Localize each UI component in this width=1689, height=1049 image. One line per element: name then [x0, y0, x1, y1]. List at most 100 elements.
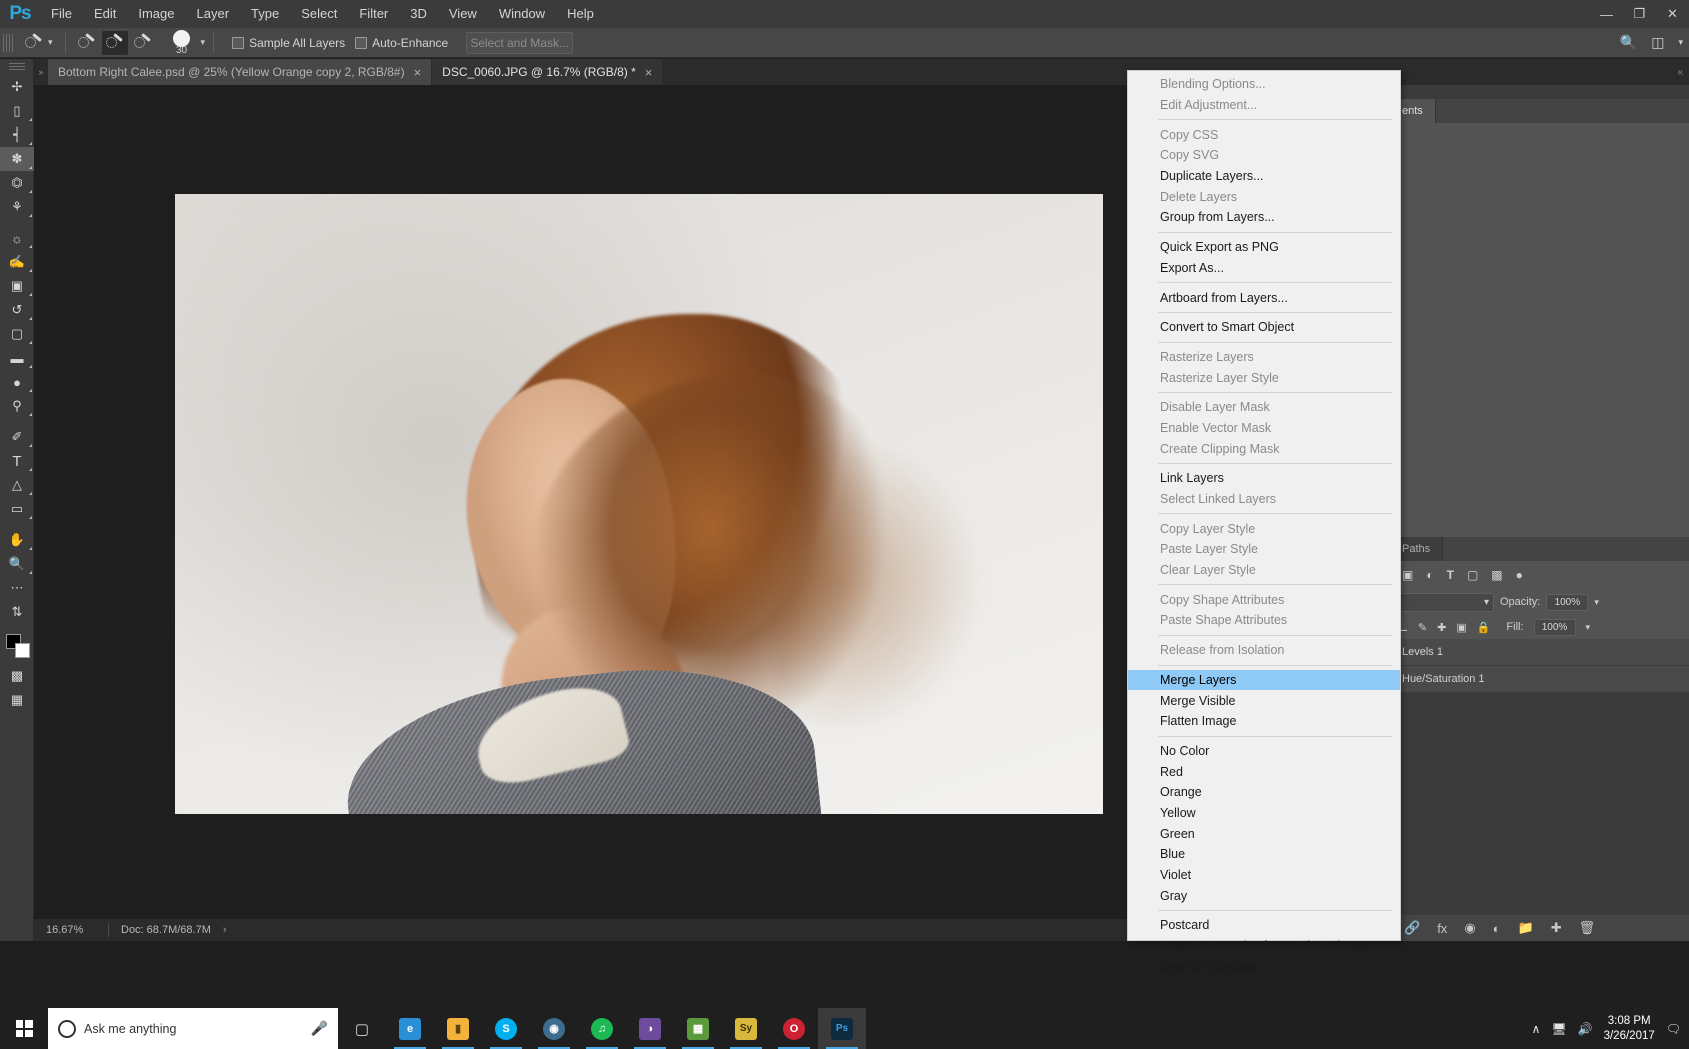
menu-item-convert-to-smart-object[interactable]: Convert to Smart Object: [1128, 317, 1400, 338]
screen-mode-button[interactable]: ▦: [0, 688, 34, 712]
file-explorer-icon[interactable]: ▮: [434, 1008, 482, 1049]
document-tab-1[interactable]: Bottom Right Calee.psd @ 25% (Yellow Ora…: [48, 59, 433, 85]
quick-selection-tool[interactable]: ✽: [0, 147, 34, 171]
brush-tool[interactable]: ✍: [0, 250, 34, 274]
sample-all-layers-option[interactable]: Sample All Layers: [232, 36, 345, 50]
notifications-icon[interactable]: 🗨: [1666, 1022, 1681, 1036]
menu-type[interactable]: Type: [240, 0, 290, 28]
zoom-tool[interactable]: 🔍: [0, 552, 34, 576]
brush-size-picker[interactable]: 30 ▾: [166, 29, 205, 56]
menu-layer[interactable]: Layer: [186, 0, 241, 28]
photoshop-taskbar-icon[interactable]: Ps: [818, 1008, 866, 1049]
dodge-tool[interactable]: ⚲: [0, 394, 34, 418]
new-group-icon[interactable]: 📁: [1518, 920, 1534, 936]
task-view-icon[interactable]: ▢: [338, 1008, 386, 1049]
sy-app-icon[interactable]: Sy: [722, 1008, 770, 1049]
background-color-swatch[interactable]: [15, 643, 30, 658]
type-filter-icon[interactable]: T: [1447, 568, 1454, 582]
menu-item-yellow[interactable]: Yellow: [1128, 803, 1400, 824]
adjustment-filter-icon[interactable]: ◐: [1426, 568, 1433, 582]
smartobject-filter-icon[interactable]: ▩: [1491, 568, 1502, 582]
layer-style-icon[interactable]: fx: [1437, 921, 1447, 936]
maximize-button[interactable]: ❐: [1623, 0, 1656, 28]
fill-value[interactable]: 100%: [1533, 618, 1576, 636]
marquee-tool[interactable]: ▯: [0, 99, 34, 123]
minecraft-icon[interactable]: ▦: [674, 1008, 722, 1049]
menu-item-orange[interactable]: Orange: [1128, 782, 1400, 803]
quick-mask-toggle[interactable]: ▩: [0, 664, 34, 688]
menu-item-red[interactable]: Red: [1128, 761, 1400, 782]
layer-row-hue-saturation[interactable]: Hue/Saturation 1: [1390, 666, 1689, 693]
toolbar-grip[interactable]: [8, 63, 25, 71]
search-icon[interactable]: 🔍: [1620, 34, 1637, 51]
volume-icon[interactable]: 🔊: [1578, 1022, 1593, 1036]
adjustment-layer-icon[interactable]: ◐: [1493, 921, 1501, 936]
edit-toolbar-button[interactable]: ⋯: [0, 576, 34, 600]
menu-item-quick-export-as-png[interactable]: Quick Export as PNG: [1128, 237, 1400, 258]
link-layers-icon[interactable]: 🔗: [1404, 920, 1420, 936]
gradient-tool[interactable]: ▬: [0, 346, 34, 370]
subtract-from-selection-button[interactable]: [130, 31, 156, 55]
status-expand-icon[interactable]: ›: [223, 924, 227, 936]
menu-window[interactable]: Window: [488, 0, 556, 28]
menu-item-merge-visible[interactable]: Merge Visible: [1128, 690, 1400, 711]
minimize-button[interactable]: —: [1590, 0, 1623, 28]
menu-item-group-from-layers[interactable]: Group from Layers...: [1128, 207, 1400, 228]
menu-select[interactable]: Select: [290, 0, 348, 28]
menu-item-export-as[interactable]: Export As...: [1128, 258, 1400, 279]
rectangle-tool[interactable]: ▭: [0, 497, 34, 521]
tool-preset-picker[interactable]: ▾: [19, 31, 57, 55]
menu-file[interactable]: File: [40, 0, 83, 28]
menu-item-new-3d-extrusion[interactable]: New 3D Extrusion: [1128, 956, 1400, 977]
menu-item-blue[interactable]: Blue: [1128, 844, 1400, 865]
crop-tool[interactable]: ⏣: [0, 171, 34, 195]
auto-enhance-option[interactable]: Auto-Enhance: [355, 36, 448, 50]
history-brush-tool[interactable]: ↺: [0, 298, 34, 322]
menu-item-merge-layers[interactable]: Merge Layers: [1128, 669, 1400, 691]
eraser-tool[interactable]: ▢: [0, 322, 34, 346]
document-tab-1-close-icon[interactable]: ×: [414, 65, 422, 80]
workspace-chevron-down-icon[interactable]: ▾: [1678, 37, 1683, 48]
menu-filter[interactable]: Filter: [348, 0, 399, 28]
lock-image-icon[interactable]: ✎: [1418, 621, 1427, 634]
color-swatches[interactable]: [0, 630, 34, 664]
opacity-value[interactable]: 100%: [1546, 593, 1589, 611]
spotify-icon[interactable]: ♫: [578, 1008, 626, 1049]
network-icon[interactable]: 🖥: [1551, 1022, 1566, 1036]
tab-overflow-icon[interactable]: «: [1677, 67, 1683, 78]
document-image[interactable]: [175, 194, 1103, 814]
document-tab-2[interactable]: DSC_0060.JPG @ 16.7% (RGB/8) * ×: [432, 59, 664, 85]
new-selection-button[interactable]: [74, 31, 100, 55]
menu-item-flatten-image[interactable]: Flatten Image: [1128, 711, 1400, 732]
type-tool[interactable]: T: [0, 449, 34, 473]
image-filter-icon[interactable]: ▣: [1402, 568, 1413, 582]
menu-item-gray[interactable]: Gray: [1128, 885, 1400, 906]
fill-chevron-down-icon[interactable]: ▾: [1586, 622, 1591, 633]
sample-all-layers-checkbox[interactable]: [232, 36, 245, 49]
menu-item-new-3d-extrusion-from-selected-layer[interactable]: New 3D Extrusion from Selected Layer: [1128, 936, 1400, 957]
menu-3d[interactable]: 3D: [399, 0, 438, 28]
taskbar-clock[interactable]: 3:08 PM 3/26/2017: [1604, 1014, 1655, 1043]
windows-start-icon[interactable]: [0, 1008, 48, 1049]
layer-mask-icon[interactable]: ◉: [1464, 920, 1475, 936]
workspace-icon[interactable]: ◫: [1651, 34, 1664, 51]
tab-bar-grip[interactable]: »: [34, 59, 48, 85]
add-to-selection-button[interactable]: [101, 30, 128, 55]
eyedropper-tool[interactable]: ⚘: [0, 195, 34, 219]
menu-image[interactable]: Image: [127, 0, 185, 28]
blend-mode-select[interactable]: ▾: [1398, 592, 1494, 612]
steam-icon[interactable]: ◉: [530, 1008, 578, 1049]
menu-item-postcard[interactable]: Postcard: [1128, 915, 1400, 936]
lock-position-icon[interactable]: ✚: [1437, 621, 1446, 634]
toggle-filter-icon[interactable]: ●: [1516, 568, 1523, 582]
auto-enhance-checkbox[interactable]: [355, 36, 368, 49]
new-layer-icon[interactable]: ✚: [1551, 920, 1562, 936]
discord-icon[interactable]: ◑: [626, 1008, 674, 1049]
menu-edit[interactable]: Edit: [83, 0, 127, 28]
document-tab-2-close-icon[interactable]: ×: [645, 65, 653, 80]
options-bar-grip[interactable]: [3, 33, 13, 52]
tray-chevron-up-icon[interactable]: ∧: [1532, 1022, 1541, 1036]
blur-tool[interactable]: ●: [0, 370, 34, 394]
layer-row-levels[interactable]: Levels 1: [1390, 639, 1689, 666]
delete-layer-icon[interactable]: 🗑: [1579, 920, 1596, 936]
